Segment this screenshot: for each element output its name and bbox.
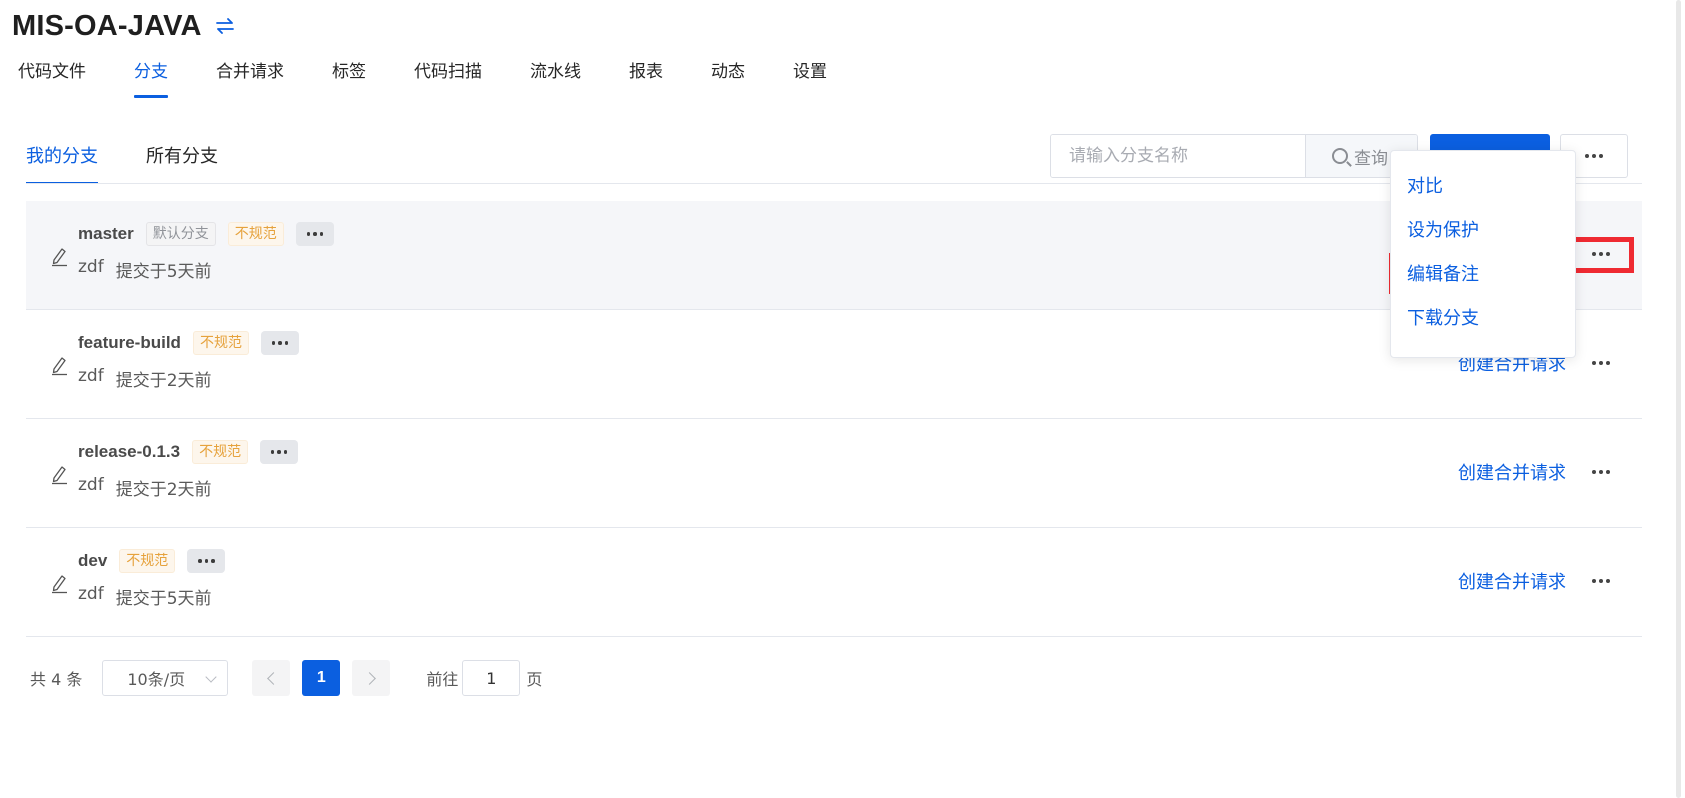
tab-tags[interactable]: 标签 (332, 58, 366, 98)
more-icon (1592, 252, 1610, 256)
goto-label: 前往 (426, 670, 459, 689)
next-page-button[interactable] (352, 660, 391, 696)
branch-name-line: dev 不规范 (78, 548, 226, 574)
nonstandard-tag: 不规范 (192, 331, 249, 355)
page-size-value: 10条/页 (127, 670, 186, 689)
tab-settings[interactable]: 设置 (793, 58, 827, 98)
tab-branches[interactable]: 分支 (134, 58, 168, 98)
menu-item-compare[interactable]: 对比 (1391, 169, 1575, 213)
menu-item-download-branch[interactable]: 下载分支 (1391, 301, 1575, 345)
branch-more-dropdown: 对比 设为保护 编辑备注 下载分支 (1390, 150, 1576, 358)
menu-item-set-protected[interactable]: 设为保护 (1391, 213, 1575, 257)
branch-name[interactable]: dev (78, 551, 107, 571)
row-more-button[interactable] (1586, 239, 1616, 269)
more-icon (198, 559, 215, 563)
branch-row: dev 不规范 zdf 提交于5天前 创建合并请求 (26, 528, 1642, 637)
goto-suffix: 页 (526, 670, 543, 689)
branch-tag-more-button[interactable] (260, 331, 299, 355)
branch-tag-more-button[interactable] (295, 222, 334, 246)
project-title: MIS-OA-JAVA (12, 9, 202, 42)
more-icon (1585, 154, 1603, 158)
edit-pencil-icon[interactable] (50, 354, 70, 376)
commit-meta: zdf 提交于5天前 (78, 584, 212, 609)
tab-my-branches[interactable]: 我的分支 (26, 132, 98, 184)
prev-page-button[interactable] (252, 660, 291, 696)
tab-all-branches[interactable]: 所有分支 (146, 132, 218, 184)
row-more-button[interactable] (1586, 348, 1616, 378)
tab-pipeline[interactable]: 流水线 (530, 58, 581, 98)
commit-time: 提交于2天前 (115, 371, 212, 391)
commit-time: 提交于2天前 (115, 480, 212, 500)
commit-author: zdf (78, 366, 104, 386)
search-button-label: 查询 (1354, 148, 1388, 169)
search-icon (1332, 148, 1348, 164)
commit-meta: zdf 提交于5天前 (78, 257, 212, 282)
branch-name[interactable]: feature-build (78, 333, 181, 353)
more-icon (271, 341, 289, 345)
pagination: 共 4 条 10条/页 1 前往 页 (30, 660, 542, 696)
edit-pencil-icon[interactable] (50, 245, 70, 267)
commit-author: zdf (78, 584, 104, 604)
page-scrollbar[interactable] (1673, 0, 1685, 798)
branch-search-input[interactable] (1051, 135, 1305, 177)
nonstandard-tag: 不规范 (192, 440, 249, 464)
create-merge-request-link[interactable]: 创建合并请求 (1458, 568, 1566, 594)
branch-row: release-0.1.3 不规范 zdf 提交于2天前 创建合并请求 (26, 419, 1642, 528)
nonstandard-tag: 不规范 (119, 549, 176, 573)
edit-pencil-icon[interactable] (50, 463, 70, 485)
edit-pencil-icon[interactable] (50, 572, 70, 594)
branch-tag-more-button[interactable] (260, 440, 299, 464)
commit-author: zdf (78, 475, 104, 495)
row-more-button[interactable] (1586, 457, 1616, 487)
menu-item-edit-remark[interactable]: 编辑备注 (1391, 257, 1575, 301)
switch-arrows-icon[interactable] (214, 15, 236, 37)
row-more-button[interactable] (1586, 566, 1616, 596)
page-size-select[interactable]: 10条/页 (102, 660, 229, 696)
tab-reports[interactable]: 报表 (629, 58, 663, 98)
default-branch-tag: 默认分支 (145, 222, 216, 246)
create-merge-request-link[interactable]: 创建合并请求 (1458, 459, 1566, 485)
more-icon (270, 450, 288, 454)
commit-time: 提交于5天前 (115, 262, 212, 282)
nonstandard-tag: 不规范 (227, 222, 284, 246)
branch-tag-more-button[interactable] (187, 549, 226, 573)
commit-meta: zdf 提交于2天前 (78, 366, 212, 391)
main-tabs: 代码文件 分支 合并请求 标签 代码扫描 流水线 报表 动态 设置 (18, 58, 875, 98)
project-header: MIS-OA-JAVA (12, 8, 236, 44)
goto-page-input[interactable] (462, 660, 521, 696)
commit-meta: zdf 提交于2天前 (78, 475, 212, 500)
more-icon (1592, 579, 1610, 583)
commit-author: zdf (78, 257, 104, 277)
page-number-current[interactable]: 1 (302, 660, 341, 696)
branch-filter-tabs: 我的分支 所有分支 (26, 132, 266, 184)
branch-search: 查询 (1050, 134, 1418, 178)
branch-name[interactable]: release-0.1.3 (78, 442, 180, 462)
branch-name-line: master 默认分支 不规范 (78, 221, 334, 247)
chevron-right-icon (362, 671, 376, 685)
branch-name[interactable]: master (78, 224, 134, 244)
scrollbar-thumb[interactable] (1676, 0, 1681, 798)
chevron-down-icon (205, 671, 218, 683)
commit-time: 提交于5天前 (115, 589, 212, 609)
more-icon (306, 232, 324, 236)
tab-code-scan[interactable]: 代码扫描 (414, 58, 482, 98)
total-count: 共 4 条 (30, 670, 83, 689)
chevron-left-icon (266, 671, 280, 685)
tab-activity[interactable]: 动态 (711, 58, 745, 98)
tab-merge-requests[interactable]: 合并请求 (216, 58, 284, 98)
more-icon (1592, 470, 1610, 474)
tab-code-files[interactable]: 代码文件 (18, 58, 86, 98)
branch-name-line: feature-build 不规范 (78, 330, 299, 356)
branch-name-line: release-0.1.3 不规范 (78, 439, 299, 465)
more-icon (1592, 361, 1610, 365)
